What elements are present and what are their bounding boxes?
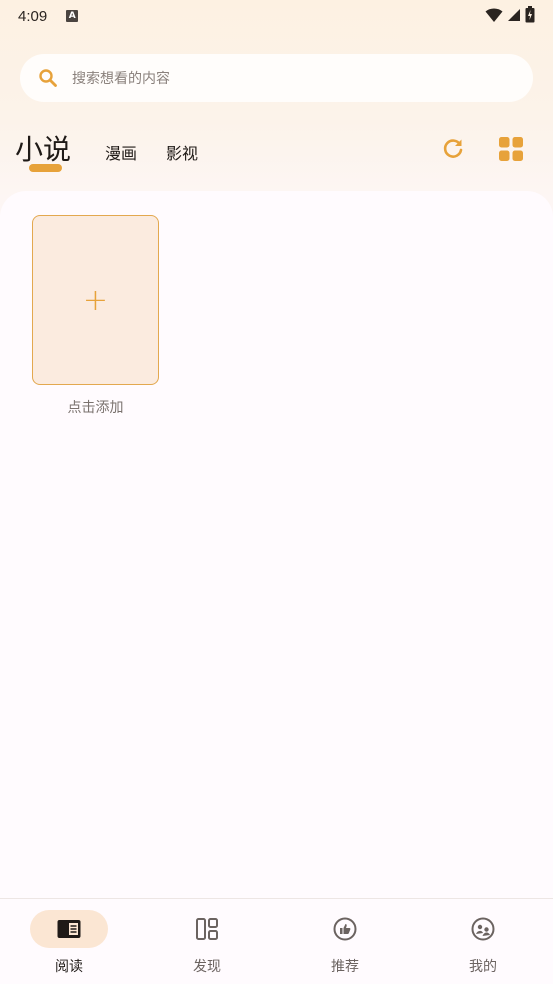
tab-novel[interactable]: 小说 [15,128,71,168]
tab-comic[interactable]: 漫画 [105,140,137,164]
add-book-button[interactable]: + [32,215,159,385]
book-icon [57,917,81,941]
dashboard-icon [195,917,219,941]
notification-a-icon: A [66,10,79,22]
add-book-label: 点击添加 [67,400,124,416]
status-icons [485,6,535,23]
wifi-icon [485,8,503,22]
bottom-nav: 阅读 发现 推荐 我的 [0,898,553,984]
nav-label-profile: 我的 [469,959,497,975]
search-input[interactable]: 搜索想看的内容 [72,68,170,88]
nav-item-profile[interactable]: 我的 [414,899,552,984]
status-time: 4:09 [18,7,48,25]
profile-icon [471,917,495,941]
search-bar[interactable]: 搜索想看的内容 [20,54,533,102]
refresh-icon[interactable] [440,136,466,162]
grid-icon[interactable] [499,137,523,161]
thumbs-up-icon [333,917,357,941]
nav-item-recommend[interactable]: 推荐 [276,899,414,984]
nav-label-read: 阅读 [55,959,83,975]
battery-icon [525,6,535,23]
search-icon [38,68,58,88]
plus-icon: + [82,282,109,318]
signal-icon [508,8,520,21]
nav-label-recommend: 推荐 [331,959,359,975]
nav-label-discover: 发现 [193,959,221,975]
nav-item-read[interactable]: 阅读 [0,899,138,984]
category-tabs: 小说 漫画 影视 [0,120,553,180]
tab-video[interactable]: 影视 [166,140,198,164]
status-bar: 4:09 A [0,0,553,32]
tab-indicator [29,164,62,172]
nav-item-discover[interactable]: 发现 [138,899,276,984]
bookshelf-panel: + 点击添加 [0,191,553,898]
